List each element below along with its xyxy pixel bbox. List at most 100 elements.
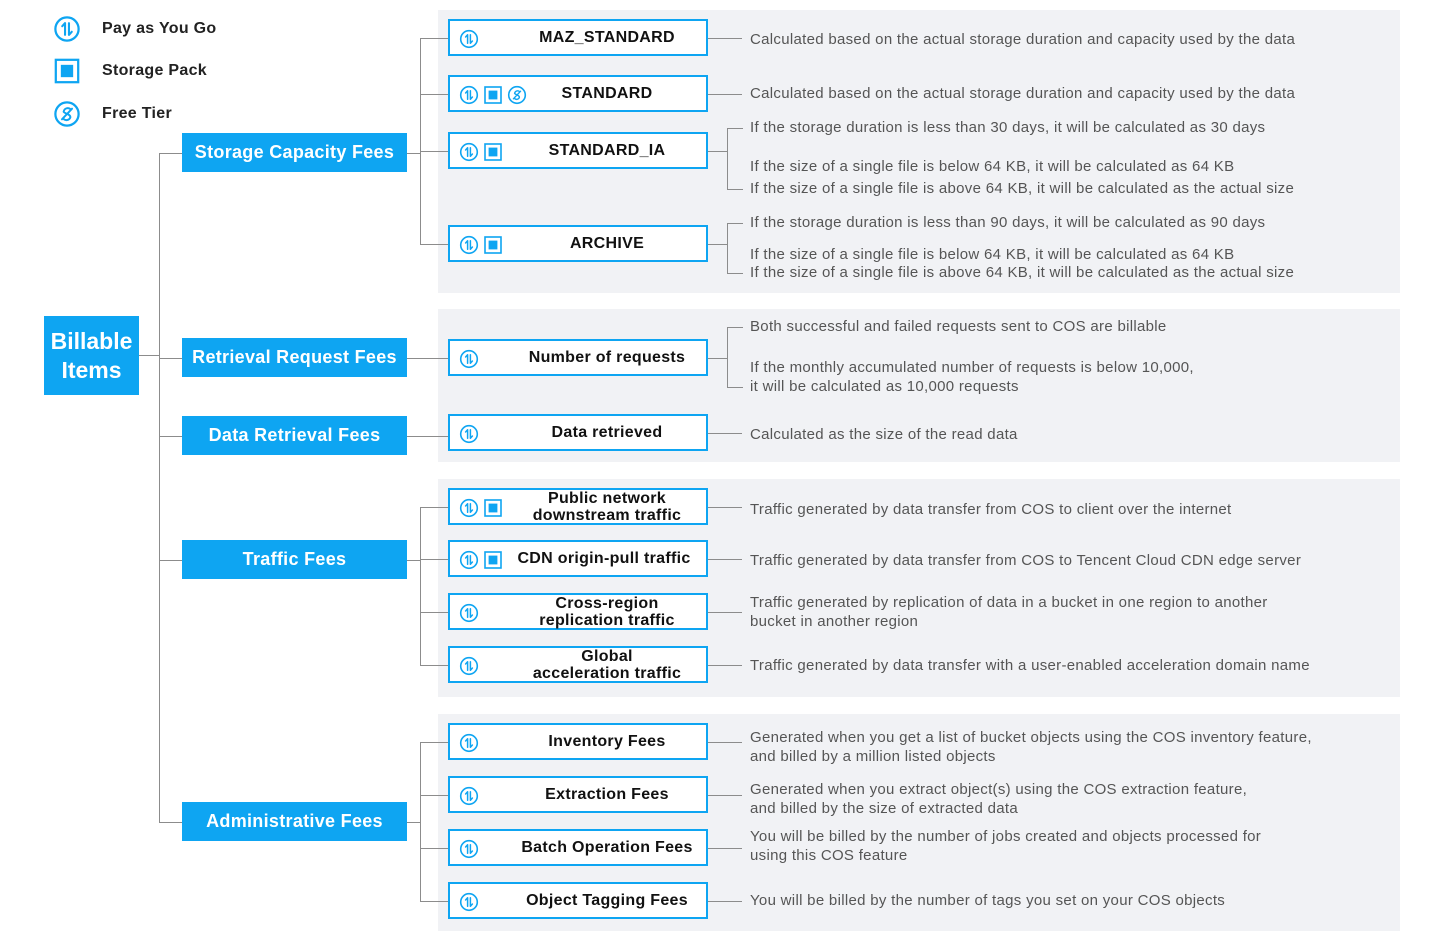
billing-item-label: Batch Operation Fees	[508, 831, 706, 864]
billing-item-label: Global acceleration traffic	[508, 648, 706, 682]
billing-item-label: Number of requests	[508, 341, 706, 374]
category-connector	[159, 152, 182, 154]
billing-item-description: it will be calculated as 10,000 requests	[750, 378, 1019, 395]
billing-item-label: Object Tagging Fees	[508, 884, 706, 917]
billing-item-label: CDN origin-pull traffic	[502, 542, 706, 575]
legend-label: Free Tier	[102, 105, 172, 122]
storage-pack-icon	[484, 236, 502, 254]
billing-item: MAZ_STANDARD	[448, 19, 708, 56]
billing-item-label: STANDARD	[508, 77, 706, 110]
billing-item-description: Calculated based on the actual storage d…	[750, 31, 1296, 48]
pay-as-you-go-icon	[459, 656, 479, 676]
item-connector	[420, 506, 448, 508]
description-tick	[727, 386, 743, 388]
billing-item-label-line: acceleration traffic	[532, 664, 682, 682]
pay-as-you-go-icon	[459, 424, 479, 444]
item-connector	[407, 357, 448, 359]
description-tick	[727, 222, 743, 224]
billing-item-description: bucket in another region	[750, 613, 919, 630]
root-connector	[139, 355, 159, 356]
pay-as-you-go-icon	[459, 349, 479, 369]
storage-pack-icon	[484, 551, 502, 569]
storage-pack-icon	[484, 143, 502, 161]
pay-as-you-go-icon	[459, 498, 479, 518]
item-connector	[420, 794, 448, 796]
pay-as-you-go-icon	[459, 550, 479, 570]
billing-item-label-line: Inventory Fees	[548, 733, 666, 750]
billing-item: Global acceleration traffic	[448, 646, 708, 683]
item-connector	[420, 741, 448, 743]
billing-item: Inventory Fees	[448, 723, 708, 760]
billing-item: Object Tagging Fees	[448, 882, 708, 919]
description-connector	[708, 794, 742, 796]
billing-item-label-line: replication traffic	[539, 611, 675, 629]
pay-as-you-go-icon	[459, 839, 479, 859]
billing-item-description: If the storage duration is less than 90 …	[750, 214, 1266, 231]
pay-as-you-go-icon	[459, 85, 479, 105]
billing-item-description: If the size of a single file is below 64…	[750, 158, 1235, 175]
billing-item-description: and billed by a million listed objects	[750, 748, 996, 765]
root-label-line-1: Billable	[50, 327, 133, 354]
billing-item-label-line: Public network	[548, 489, 666, 507]
billing-item: Public network downstream traffic	[448, 488, 708, 525]
category-retrieval-request-fees: Retrieval Request Fees	[182, 338, 407, 377]
billing-item: Cross-region replication traffic	[448, 593, 708, 630]
category-connector	[159, 821, 182, 823]
billing-item-description: If the size of a single file is below 64…	[750, 246, 1235, 263]
billing-item: ARCHIVE	[448, 225, 708, 262]
description-connector	[708, 432, 742, 434]
billing-item-description: If the monthly accumulated number of req…	[750, 359, 1194, 376]
description-connector	[708, 847, 742, 849]
description-connector	[708, 506, 742, 508]
billing-item-description: using this COS feature	[750, 847, 908, 864]
item-connector	[420, 900, 448, 902]
billing-item-description: Traffic generated by data transfer from …	[750, 552, 1302, 569]
billing-mode-icons	[459, 656, 479, 676]
billing-item-label: STANDARD_IA	[508, 134, 706, 167]
description-bracket	[727, 326, 728, 388]
billing-item-label: Public network downstream traffic	[508, 489, 706, 524]
billing-item-description: Traffic generated by replication of data…	[750, 594, 1268, 611]
item-connector	[420, 243, 448, 245]
storage-pack-icon	[484, 499, 502, 517]
billing-item-description: Calculated as the size of the read data	[750, 426, 1018, 443]
billing-item: STANDARD_IA	[448, 132, 708, 169]
description-tick	[727, 326, 743, 328]
description-tick	[727, 188, 743, 190]
billing-item-label-line: MAZ_STANDARD	[539, 29, 675, 46]
billing-item: Data retrieved	[448, 414, 708, 451]
item-connector	[420, 664, 448, 666]
billing-item-description: Generated when you get a list of bucket …	[750, 729, 1312, 746]
category-to-branch-line	[407, 559, 421, 561]
billing-item: STANDARD	[448, 75, 708, 112]
billing-item-label-line: Data retrieved	[551, 424, 663, 441]
description-bracket	[727, 127, 728, 190]
category-connector	[159, 435, 182, 437]
billing-item: CDN origin-pull traffic	[448, 540, 708, 577]
main-trunk-line	[159, 152, 160, 823]
category-traffic-fees: Traffic Fees	[182, 540, 407, 579]
description-connector	[708, 664, 742, 666]
pay-as-you-go-icon	[54, 16, 80, 42]
billing-mode-icons	[459, 550, 503, 570]
storage-pack-icon	[484, 86, 502, 104]
billing-item-label-line: Object Tagging Fees	[526, 892, 688, 909]
description-connector	[708, 741, 742, 743]
billing-item-description: If the size of a single file is above 64…	[750, 180, 1295, 197]
category-connector	[159, 357, 182, 359]
billing-item-description: Traffic generated by data transfer with …	[750, 657, 1310, 674]
billing-item: Batch Operation Fees	[448, 829, 708, 866]
pay-as-you-go-icon	[459, 892, 479, 912]
billing-mode-icons	[459, 733, 479, 753]
billing-item-description: You will be billed by the number of jobs…	[750, 828, 1262, 845]
description-bracket	[727, 222, 728, 274]
category-data-retrieval-fees: Data Retrieval Fees	[182, 416, 407, 455]
billing-item-label-line: STANDARD	[561, 85, 653, 102]
billing-item-label: ARCHIVE	[508, 227, 706, 260]
billing-mode-icons	[459, 786, 479, 806]
description-connector	[708, 150, 728, 152]
billing-item-label-line: Number of requests	[528, 349, 686, 366]
billing-item-description: and billed by the size of extracted data	[750, 800, 1018, 817]
item-connector	[420, 93, 448, 95]
billing-item-label: Inventory Fees	[508, 725, 706, 758]
